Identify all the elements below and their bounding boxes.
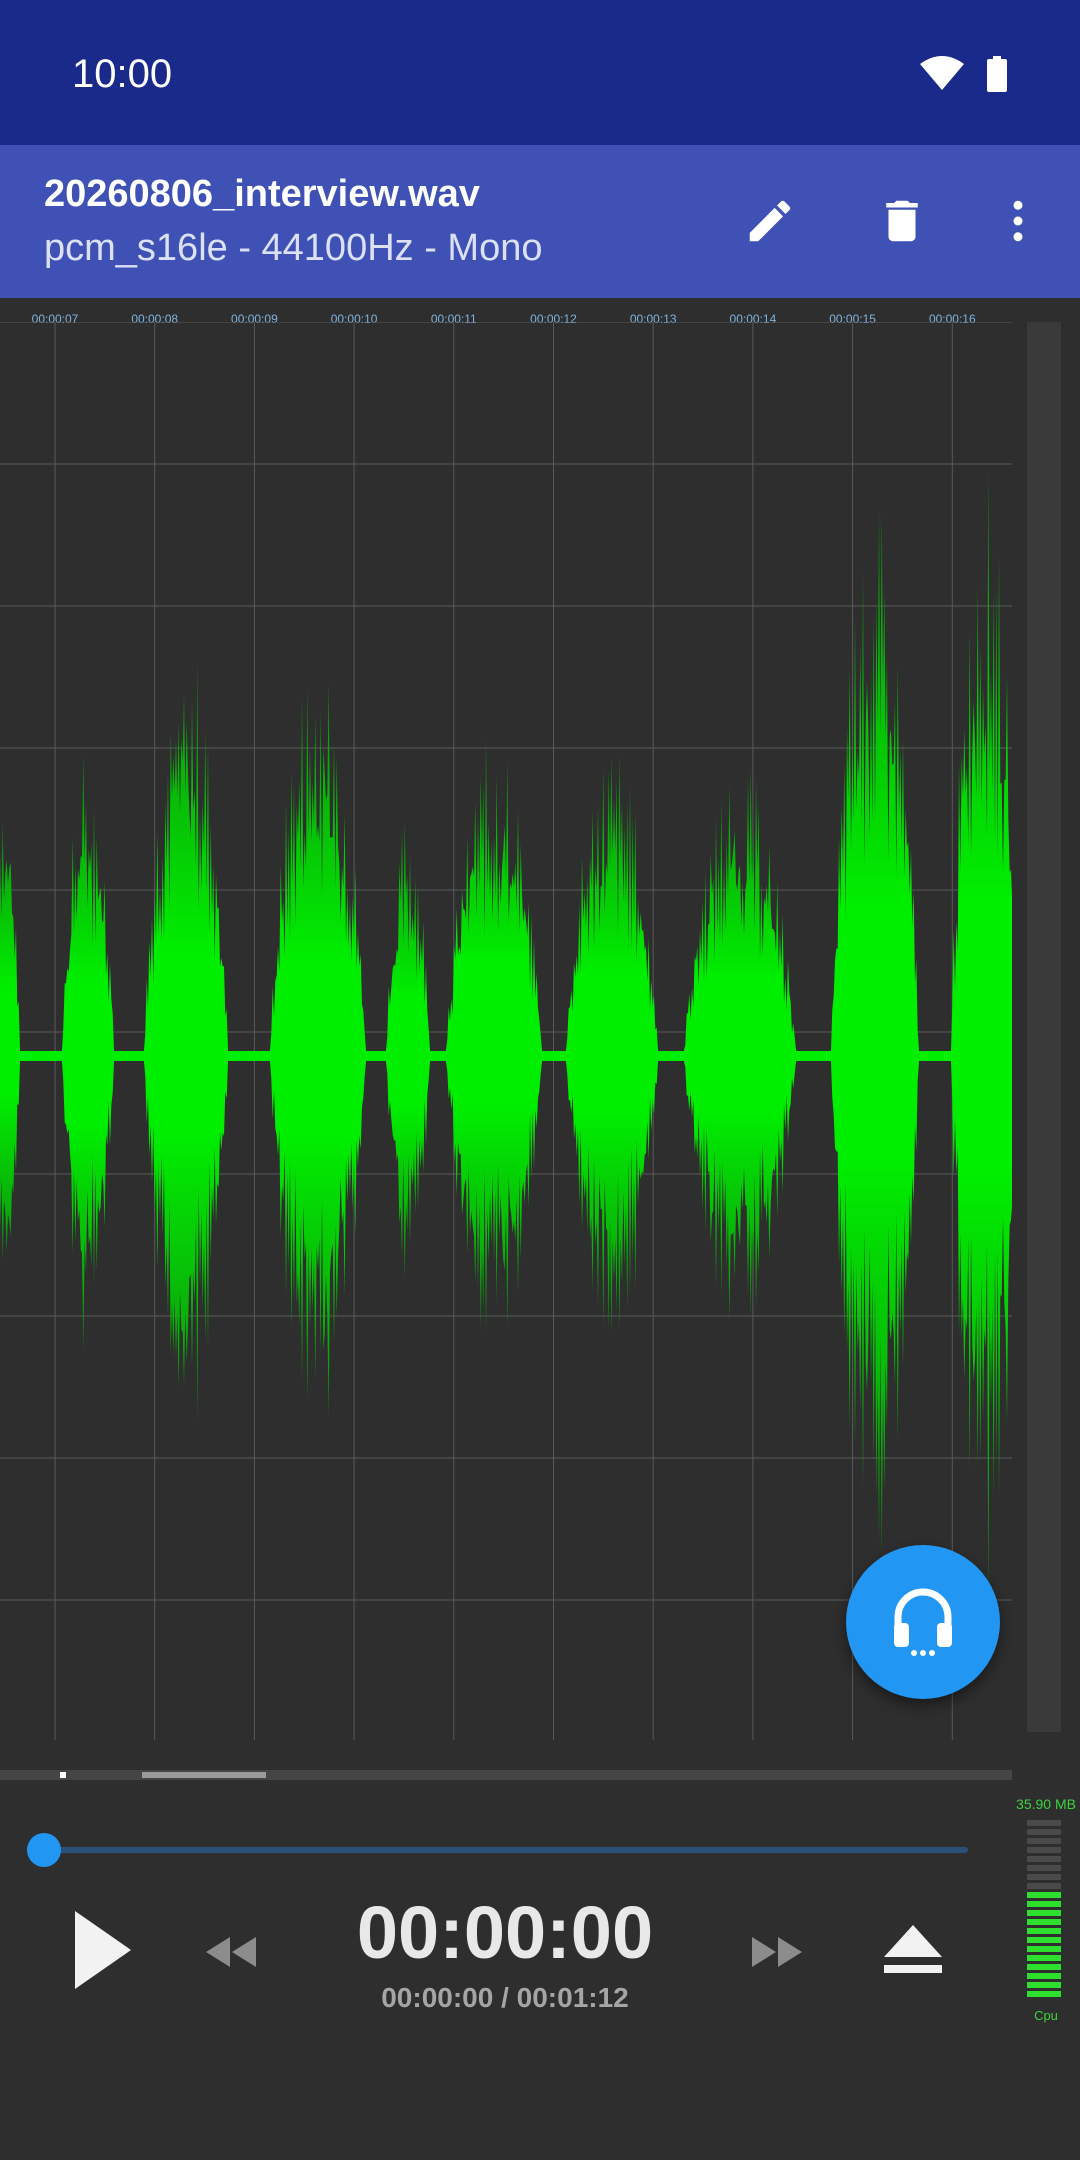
battery-icon [987,56,1007,92]
meter-segment [1027,1901,1061,1907]
horizontal-scrollbar[interactable] [0,1770,1012,1780]
waveform-burst [0,820,20,1262]
status-time: 10:00 [72,52,173,96]
fast-forward-button[interactable] [746,1930,810,1974]
seek-track[interactable] [44,1847,968,1853]
meter-segment [1027,1838,1061,1844]
eject-icon [884,1925,942,1973]
headphones-icon [894,1588,952,1656]
waveform-burst [831,507,919,1558]
more-vert-icon [1013,200,1023,242]
file-format: pcm_s16le - 44100Hz - Mono [44,227,543,269]
meter-segment [1027,1928,1061,1934]
meter-segment [1027,1964,1061,1970]
meter-segment [1027,1982,1061,1988]
horizontal-scroll-thumb[interactable] [142,1772,266,1778]
meter-segment [1027,1955,1061,1961]
wifi-icon [920,56,964,90]
meter-segment [1027,1910,1061,1916]
monitor-fab-button[interactable] [846,1545,1000,1699]
file-title: 20260806_interview.wav [44,173,480,215]
meter-segment [1027,1883,1061,1889]
meter-segment [1027,1991,1061,1997]
rewind-icon [206,1937,256,1967]
waveform[interactable] [0,322,1012,1740]
eject-button[interactable] [876,1918,950,1984]
waveform-burst [446,735,542,1335]
meter-segment [1027,1973,1061,1979]
trash-icon [886,200,918,242]
waveform-burst [566,753,658,1334]
waveform-burst [951,466,1012,1604]
play-button[interactable] [62,1905,142,1995]
edit-button[interactable] [730,181,810,261]
vertical-scrollbar[interactable] [1027,322,1061,1732]
meter-segment [1027,1919,1061,1925]
meter-segment [1027,1865,1061,1871]
fast-forward-icon [752,1937,802,1967]
waveform-burst [270,681,366,1417]
meter-segment [1027,1874,1061,1880]
meter-segment [1027,1892,1061,1898]
status-icons [920,56,1008,92]
waveform-area[interactable]: 00:00:07 00:00:08 00:00:09 00:00:10 00:00:11… [0,298,1012,1740]
waveform-burst [144,660,228,1423]
meter-segment [1027,1946,1061,1952]
seek-knob[interactable] [27,1833,61,1867]
cpu-label: Cpu [1034,2008,1058,2023]
waveform-burst [684,768,796,1323]
meter-segment [1027,1829,1061,1835]
time-position-total: 00:00:00 / 00:01:12 [381,1982,629,2013]
meter-segment [1027,1937,1061,1943]
meter-segment [1027,1847,1061,1853]
waveform-burst [62,755,114,1351]
play-icon [75,1911,131,1989]
memory-usage: 35.90 MB [1016,1796,1076,1812]
app-bar: 20260806_interview.wav pcm_s16le - 44100… [0,145,1080,298]
pencil-icon [749,200,791,242]
rewind-button[interactable] [198,1930,262,1974]
more-options-button[interactable] [978,181,1058,261]
status-bar: 10:00 [0,0,1080,145]
meter-segment [1027,1856,1061,1862]
delete-button[interactable] [862,181,942,261]
cpu-level-meter [1027,1820,1061,2000]
meter-segment [1027,1820,1061,1826]
playhead-marker [60,1772,66,1778]
current-time-large: 00:00:00 [356,1891,654,1974]
